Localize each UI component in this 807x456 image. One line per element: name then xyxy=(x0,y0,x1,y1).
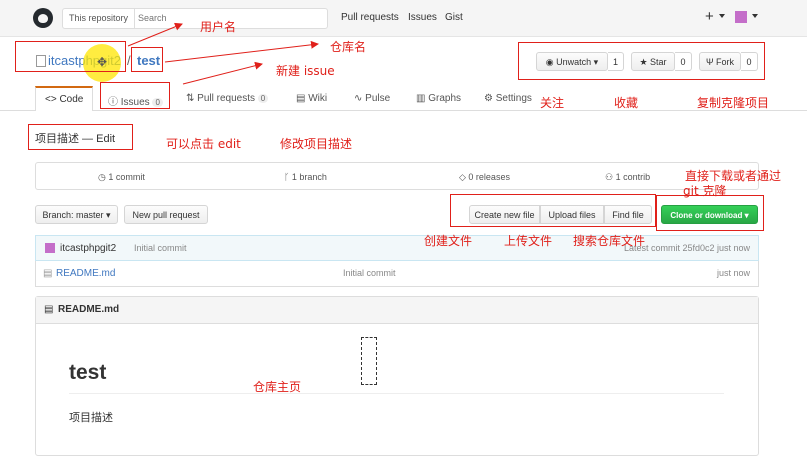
annotation-username: 用户名 xyxy=(200,20,237,34)
annotation-edit: 可以点击 edit xyxy=(166,137,241,151)
annotation-watch: 关注 xyxy=(540,96,565,110)
annotation-arrows xyxy=(127,22,319,85)
annotation-create-file: 创建文件 xyxy=(424,234,473,248)
annotation-repo-name: 仓库名 xyxy=(330,40,367,54)
annotation-edit-description: 修改项目描述 xyxy=(280,137,353,151)
annotation-repo-home: 仓库主页 xyxy=(253,380,302,394)
annotation-search-files: 搜索仓库文件 xyxy=(573,234,646,248)
annotation-git-clone: git 克隆 xyxy=(683,184,727,198)
annotation-fork: 复制克隆项目 xyxy=(697,96,770,110)
annotation-upload: 上传文件 xyxy=(504,234,553,248)
annotation-star: 收藏 xyxy=(614,96,639,110)
annotation-new-issue: 新建 issue xyxy=(276,64,335,78)
